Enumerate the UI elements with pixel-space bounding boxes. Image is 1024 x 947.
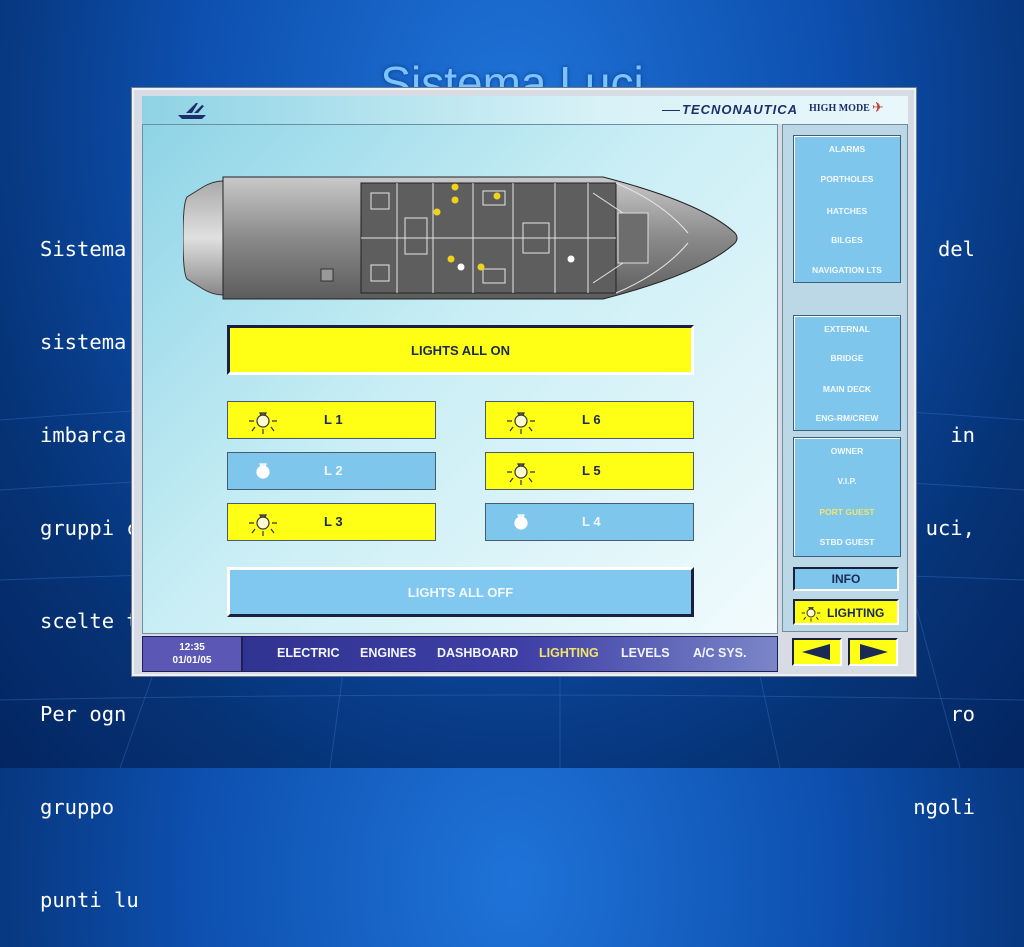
nav-dashboard[interactable]: DASHBOARD xyxy=(437,646,518,660)
mode-label: HIGH MODE xyxy=(809,103,870,114)
light-group-l6-button[interactable]: L 6 xyxy=(485,401,694,439)
arrow-right-icon xyxy=(860,644,888,660)
sidebar-item-navigation-lts[interactable]: NAVIGATION LTS xyxy=(794,265,900,275)
sidebar-item-stbd-guest[interactable]: STBD GUEST xyxy=(794,537,900,547)
sidebar-item-owner[interactable]: OWNER xyxy=(794,446,900,456)
prev-page-button[interactable] xyxy=(792,638,842,666)
header-bar: TECNONAUTICA HIGH MODE ✈ xyxy=(142,96,908,124)
nav-ac-sys[interactable]: A/C SYS. xyxy=(693,646,747,660)
lightbulb-icon xyxy=(507,412,535,434)
light-group-l1-button[interactable]: L 1 xyxy=(227,401,436,439)
boat-logo-icon xyxy=(178,103,206,119)
brand-rule xyxy=(662,110,680,111)
text-line-end: in xyxy=(950,423,975,447)
sidebar-item-main-deck[interactable]: MAIN DECK xyxy=(794,384,900,394)
light-group-label: L 4 xyxy=(582,514,601,529)
lightbulb-icon xyxy=(256,463,270,479)
lights-all-off-button[interactable]: LIGHTS ALL OFF xyxy=(227,567,694,617)
sidebar-group-cabins: OWNER V.I.P. PORT GUEST STBD GUEST xyxy=(793,437,901,557)
time-display: 12:35 xyxy=(179,642,205,653)
text-line-end: ro xyxy=(950,702,975,726)
airplane-icon: ✈ xyxy=(872,100,884,116)
lightbulb-icon xyxy=(514,514,528,530)
sidebar-item-alarms[interactable]: ALARMS xyxy=(794,144,900,154)
lighting-button[interactable]: LIGHTING xyxy=(793,599,899,625)
info-button[interactable]: INFO xyxy=(793,567,899,591)
text-line: Sistema xyxy=(40,237,127,261)
nav-levels[interactable]: LEVELS xyxy=(621,646,670,660)
light-group-label: L 6 xyxy=(582,412,601,427)
sidebar-item-eng-rm-crew[interactable]: ENG-RM/CREW xyxy=(794,413,900,423)
nav-electric[interactable]: ELECTRIC xyxy=(277,646,340,660)
sidebar-group-systems: ALARMS PORTHOLES HATCHES BILGES NAVIGATI… xyxy=(793,135,901,283)
text-line: gruppi c xyxy=(40,516,139,540)
light-group-label: L 5 xyxy=(582,463,601,478)
bottom-nav-bar: 12:35 01/01/05 ELECTRIC ENGINES DASHBOAR… xyxy=(142,636,778,672)
lighting-button-label: LIGHTING xyxy=(827,606,885,620)
text-line: scelte t xyxy=(40,609,139,633)
lighting-main-area: LIGHTS ALL ON L 1 L 2 L 3 L 6 L 5 L 4 LI… xyxy=(142,124,778,634)
light-group-label: L 2 xyxy=(324,463,343,478)
light-group-label: L 3 xyxy=(324,514,343,529)
light-group-l3-button[interactable]: L 3 xyxy=(227,503,436,541)
sidebar-item-hatches[interactable]: HATCHES xyxy=(794,206,900,216)
brand-logo: TECNONAUTICA xyxy=(682,102,798,117)
nav-engines[interactable]: ENGINES xyxy=(360,646,416,660)
text-line: punti lu xyxy=(40,888,139,912)
text-line-end: ngoli xyxy=(913,795,975,819)
sidebar-group-areas: EXTERNAL BRIDGE MAIN DECK ENG-RM/CREW xyxy=(793,315,901,431)
lightbulb-icon xyxy=(507,463,535,485)
light-group-label: L 1 xyxy=(324,412,343,427)
clock-display: 12:35 01/01/05 xyxy=(143,637,243,671)
text-line: imbarca xyxy=(40,423,127,447)
light-group-l4-button[interactable]: L 4 xyxy=(485,503,694,541)
text-line: gruppo xyxy=(40,795,115,819)
sidebar-item-external[interactable]: EXTERNAL xyxy=(794,324,900,334)
sidebar-item-bilges[interactable]: BILGES xyxy=(794,235,900,245)
sidebar-item-bridge[interactable]: BRIDGE xyxy=(794,353,900,363)
nav-lighting[interactable]: LIGHTING xyxy=(539,646,599,660)
date-display: 01/01/05 xyxy=(172,655,212,666)
sidebar: ALARMS PORTHOLES HATCHES BILGES NAVIGATI… xyxy=(782,124,908,632)
lights-all-on-button[interactable]: LIGHTS ALL ON xyxy=(227,325,694,375)
text-line-end: del xyxy=(937,237,975,261)
light-group-l5-button[interactable]: L 5 xyxy=(485,452,694,490)
text-line-end: uci, xyxy=(925,516,975,540)
control-panel-screenshot: TECNONAUTICA HIGH MODE ✈ LIGHTS ALL ON L… xyxy=(132,88,916,676)
lightbulb-icon xyxy=(249,412,277,434)
arrow-left-icon xyxy=(802,644,830,660)
lightbulb-icon xyxy=(249,514,277,536)
light-group-l2-button[interactable]: L 2 xyxy=(227,452,436,490)
text-line: Per ogn xyxy=(40,702,127,726)
sidebar-item-portholes[interactable]: PORTHOLES xyxy=(794,174,900,184)
lightbulb-icon xyxy=(801,607,821,622)
next-page-button[interactable] xyxy=(848,638,898,666)
sidebar-item-port-guest[interactable]: PORT GUEST xyxy=(794,507,900,517)
sidebar-item-vip[interactable]: V.I.P. xyxy=(794,476,900,486)
yacht-deck-plan xyxy=(183,176,738,300)
text-line: sistema xyxy=(40,330,127,354)
